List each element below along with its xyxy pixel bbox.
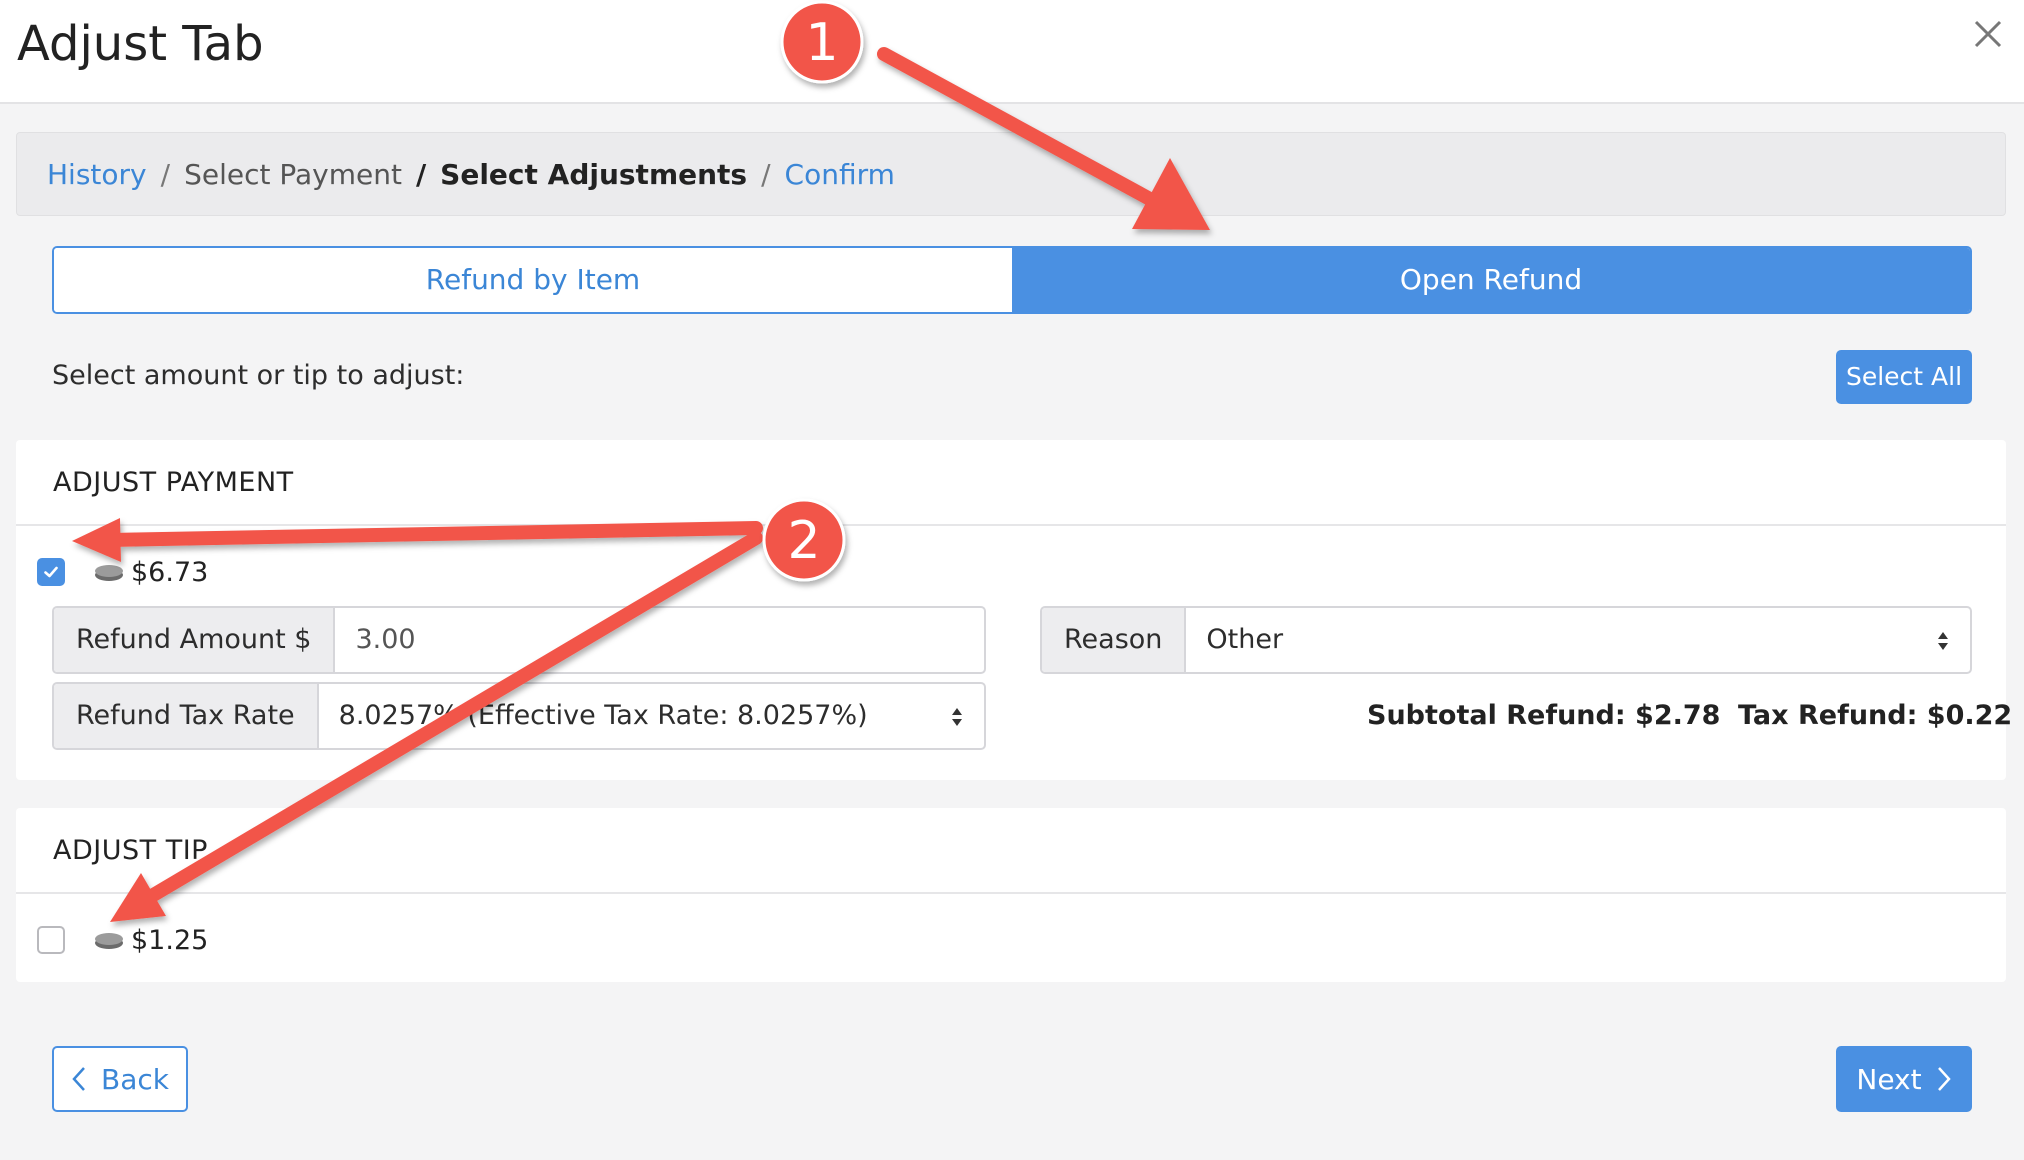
tip-row: $1.25 [37,922,208,958]
instruction-text: Select amount or tip to adjust: [52,360,465,391]
back-button[interactable]: Back [52,1046,188,1112]
refund-tax-rate-label: Refund Tax Rate [54,684,319,748]
tax-rate-value: 8.0257% (Effective Tax Rate: 8.0257%) [338,700,868,731]
select-caret-icon [952,708,962,726]
close-icon[interactable] [1968,14,2008,54]
tip-checkbox[interactable] [37,926,65,954]
reason-select[interactable]: Other [1186,608,1970,672]
breadcrumb-separator: / [160,158,171,191]
reason-value: Other [1206,624,1284,655]
breadcrumb-history[interactable]: History [47,158,147,191]
dialog-header: Adjust Tab [0,0,2024,104]
breadcrumb-select-payment: Select Payment [184,158,402,191]
breadcrumb: History / Select Payment / Select Adjustment… [16,132,2006,216]
breadcrumb-separator: / [415,158,427,191]
payment-row: $6.73 [37,554,208,590]
subtotal-refund: Subtotal Refund: $2.78 [1367,700,1721,731]
adjust-payment-heading: ADJUST PAYMENT [16,440,2006,526]
breadcrumb-confirm[interactable]: Confirm [785,158,895,191]
tip-amount: $1.25 [131,924,209,956]
tab-open-refund[interactable]: Open Refund [1012,248,1970,312]
payment-amount: $6.73 [131,556,209,588]
refund-amount-input[interactable]: 3.00 [335,608,984,672]
coin-icon [95,565,123,581]
refund-amount-label: Refund Amount $ [54,608,336,672]
payment-checkbox[interactable] [37,558,65,586]
next-label: Next [1856,1062,1922,1096]
check-icon [44,566,58,578]
refund-mode-tabs: Refund by Item Open Refund [52,246,1972,314]
refund-tax-rate-select[interactable]: 8.0257% (Effective Tax Rate: 8.0257%) [319,684,984,748]
breadcrumb-separator: / [761,158,771,191]
select-all-button[interactable]: Select All [1836,350,1972,404]
back-label: Back [101,1062,169,1096]
refund-tax-rate-field: Refund Tax Rate 8.0257% (Effective Tax R… [52,682,986,750]
breadcrumb-select-adjustments: Select Adjustments [440,158,748,191]
tax-refund: Tax Refund: $0.22 [1738,700,2013,731]
coin-icon [95,933,123,949]
adjust-tip-card: ADJUST TIP [16,808,2006,982]
refund-amount-field: Refund Amount $ 3.00 [52,606,986,674]
next-button[interactable]: Next [1836,1046,1972,1112]
reason-label: Reason [1042,608,1187,672]
adjust-tip-heading: ADJUST TIP [16,808,2006,894]
dialog-title: Adjust Tab [17,16,264,72]
reason-field: Reason Other [1040,606,1972,674]
chevron-left-icon [72,1067,85,1091]
chevron-right-icon [1937,1067,1951,1091]
tab-refund-by-item[interactable]: Refund by Item [54,248,1012,312]
select-caret-icon [1938,632,1948,650]
